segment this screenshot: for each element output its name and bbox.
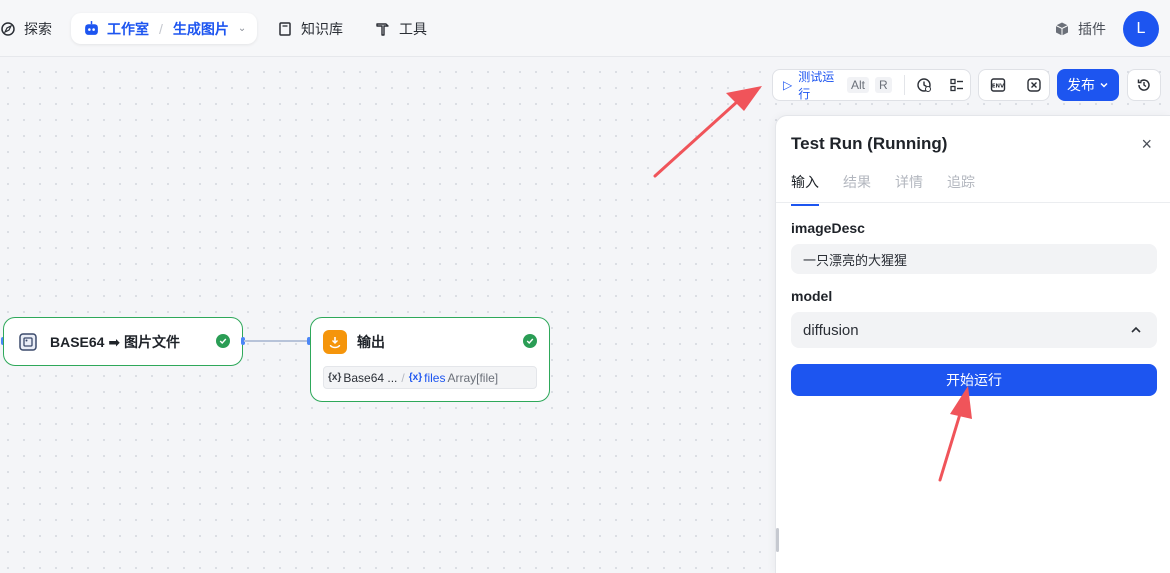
start-run-button[interactable]: 开始运行 (791, 364, 1157, 396)
variable-icon: {x} (328, 372, 342, 383)
model-value: diffusion (803, 321, 859, 339)
nav-plugins-label: 插件 (1078, 20, 1106, 37)
node-connection-edge[interactable] (244, 340, 310, 342)
publish-button[interactable]: 发布 (1057, 69, 1119, 101)
env-toolbar: ENV (978, 69, 1050, 101)
nav-plugins[interactable]: 插件 (1054, 0, 1106, 57)
model-select[interactable]: diffusion (791, 312, 1157, 348)
node-title: 输出 (357, 334, 385, 350)
variable-icon (1027, 78, 1041, 92)
image-file-icon (16, 330, 40, 354)
publish-label: 发布 (1067, 77, 1095, 93)
tab-result[interactable]: 结果 (843, 172, 871, 206)
avatar[interactable]: L (1123, 11, 1159, 47)
node-output[interactable]: 输出 {x} Base64 ... / {x} files Array[file… (310, 317, 550, 402)
panel-tabs: 输入 结果 详情 追踪 (791, 172, 975, 206)
top-nav: 探索 工作室 / 生成图片 ⌄ 知识库 工具 插件 L (0, 0, 1170, 57)
cube-icon (1055, 22, 1069, 35)
tab-input[interactable]: 输入 (791, 172, 819, 206)
breadcrumb-separator: / (159, 20, 163, 37)
node-header: BASE64 ➡ 图片文件 (16, 330, 180, 354)
nav-explore[interactable]: 探索 (0, 0, 52, 57)
history-icon (1137, 79, 1150, 91)
breadcrumb[interactable]: 工作室 / 生成图片 ⌄ (71, 13, 257, 44)
nav-knowledge-base[interactable]: 知识库 (277, 0, 343, 57)
output-node-icon (323, 330, 347, 354)
bot-icon (85, 21, 98, 35)
output-variables: {x} Base64 ... / {x} files Array[file] (323, 366, 537, 389)
chevron-down-icon (1100, 82, 1108, 88)
output-var-type: Array[file] (447, 370, 499, 385)
node-header: 输出 (323, 330, 385, 354)
clock-play-icon (917, 78, 931, 92)
nav-tools[interactable]: 工具 (375, 0, 427, 57)
node-base64-to-image[interactable]: BASE64 ➡ 图片文件 (3, 317, 243, 366)
model-label: model (791, 288, 833, 304)
tab-trace[interactable]: 追踪 (947, 172, 975, 206)
variable-icon: {x} (408, 372, 423, 383)
run-history-button[interactable] (911, 70, 938, 100)
node-title: BASE64 ➡ 图片文件 (50, 334, 180, 350)
panel-title: Test Run (Running) (791, 134, 948, 153)
tab-details[interactable]: 详情 (895, 172, 923, 206)
panel-resize-handle[interactable] (776, 528, 779, 552)
image-desc-label: imageDesc (791, 220, 865, 236)
book-icon (279, 21, 291, 36)
nav-knowledge-label: 知识库 (301, 20, 343, 37)
var-separator: / (401, 370, 405, 385)
chevron-up-icon (1131, 326, 1141, 333)
annotation-arrow-to-run (653, 86, 762, 178)
hammer-icon (376, 22, 389, 36)
nav-explore-label: 探索 (24, 20, 52, 37)
shortcut-alt: Alt (846, 77, 869, 93)
breadcrumb-studio[interactable]: 工作室 (107, 19, 149, 39)
variables-button[interactable] (1019, 70, 1049, 100)
env-icon-text: ENV (992, 84, 1005, 90)
tabs-divider (776, 202, 1170, 203)
env-icon: ENV (990, 78, 1006, 92)
test-run-button[interactable]: 测试运行 (798, 68, 841, 102)
output-var-files: files (424, 370, 446, 385)
nav-tools-label: 工具 (399, 20, 427, 37)
breadcrumb-current-project[interactable]: 生成图片 (173, 19, 229, 39)
explore-icon (1, 21, 15, 36)
success-check-icon (216, 334, 230, 348)
checklist-icon (949, 78, 963, 92)
play-icon[interactable]: ▷ (783, 78, 792, 92)
version-history-button[interactable] (1127, 69, 1161, 101)
env-button[interactable]: ENV (983, 70, 1013, 100)
success-check-icon (523, 334, 537, 348)
output-var-base64: Base64 ... (343, 370, 398, 385)
shortcut-r: R (875, 77, 892, 93)
chevron-down-icon[interactable]: ⌄ (238, 23, 246, 34)
toolbar-divider (903, 75, 905, 95)
test-run-panel: Test Run (Running) × 输入 结果 详情 追踪 imageDe… (775, 115, 1170, 573)
test-run-toolbar: ▷ 测试运行 Alt R (772, 69, 971, 101)
image-desc-input[interactable]: 一只漂亮的大猩猩 (791, 244, 1157, 274)
image-desc-value: 一只漂亮的大猩猩 (803, 252, 908, 268)
checklist-button[interactable] (943, 70, 970, 100)
close-icon[interactable]: × (1141, 134, 1152, 155)
